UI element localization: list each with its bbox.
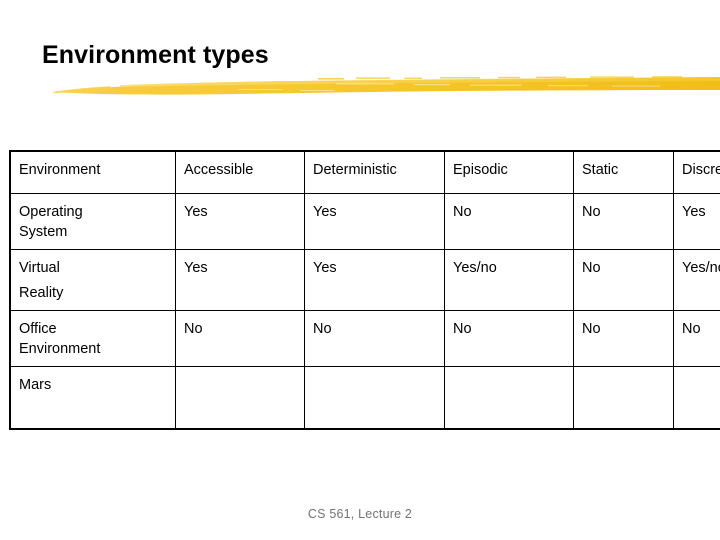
table-row: Operating System Yes Yes No No Yes — [10, 193, 720, 250]
cell-mars-deterministic — [304, 365, 445, 429]
cell-office-environment-deterministic: No — [304, 309, 445, 367]
row-label-operating-system: Operating System — [10, 193, 176, 250]
page-title: Environment types — [42, 41, 269, 69]
column-header-episodic: Episodic — [444, 151, 574, 194]
cell-operating-system-accessible: Yes — [175, 193, 305, 250]
table-row: Office Environment No No No No No — [10, 309, 720, 367]
cell-office-environment-accessible: No — [175, 309, 305, 367]
cell-virtual-reality-static: No — [573, 249, 674, 311]
row-label-line-1: Virtual — [19, 260, 60, 276]
row-label-line-1: Office — [19, 320, 57, 337]
row-label-line-2: Reality — [19, 285, 64, 302]
environment-types-table: Environment Accessible Deterministic Epi… — [9, 150, 720, 430]
row-label-mars: Mars — [10, 365, 176, 429]
cell-office-environment-episodic: No — [444, 309, 574, 367]
column-header-deterministic: Deterministic — [304, 151, 445, 194]
cell-mars-discrete — [673, 365, 720, 429]
table-row: Mars — [10, 365, 720, 429]
cell-operating-system-deterministic: Yes — [304, 193, 445, 250]
environment-types-table-container: Environment Accessible Deterministic Epi… — [9, 150, 720, 430]
cell-virtual-reality-deterministic: Yes — [304, 249, 445, 311]
cell-operating-system-static: No — [573, 193, 674, 250]
row-label-line-1: Operating — [19, 204, 83, 220]
cell-mars-accessible — [175, 365, 305, 429]
cell-operating-system-discrete: Yes — [673, 193, 720, 250]
column-header-accessible: Accessible — [175, 151, 305, 194]
cell-mars-episodic — [444, 365, 574, 429]
cell-office-environment-discrete: No — [673, 309, 720, 367]
slide-footer: CS 561, Lecture 2 — [307, 507, 413, 521]
brush-stroke-decoration — [0, 72, 720, 104]
row-label-line-2: Environment — [19, 341, 101, 358]
table-header-row: Environment Accessible Deterministic Epi… — [10, 151, 720, 194]
row-label-virtual-reality: Virtual Reality — [10, 249, 176, 311]
cell-virtual-reality-discrete: Yes/no — [673, 249, 720, 311]
cell-virtual-reality-accessible: Yes — [175, 249, 305, 311]
column-header-discrete: Discrete — [673, 151, 720, 194]
cell-operating-system-episodic: No — [444, 193, 574, 250]
column-header-environment: Environment — [10, 151, 176, 194]
row-label-line-1: Mars — [19, 376, 52, 393]
table-row: Virtual Reality Yes Yes Yes/no No Yes/no — [10, 249, 720, 311]
cell-virtual-reality-episodic: Yes/no — [444, 249, 574, 311]
slide: Environment types Environment Accessible… — [0, 0, 720, 540]
row-label-office-environment: Office Environment — [10, 309, 176, 367]
cell-office-environment-static: No — [573, 309, 674, 367]
column-header-static: Static — [573, 151, 674, 194]
row-label-line-2: System — [19, 224, 68, 241]
cell-mars-static — [573, 365, 674, 429]
